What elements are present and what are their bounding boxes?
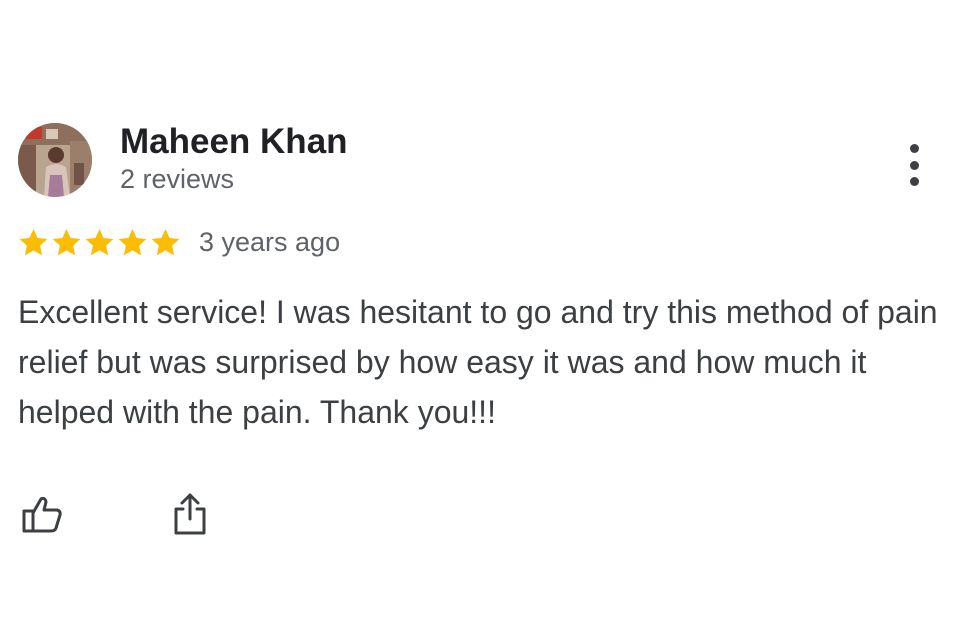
thumbs-up-icon — [22, 496, 62, 533]
review-card: Maheen Khan 2 reviews 3 years ago Excell… — [0, 0, 960, 629]
star-icon — [19, 228, 48, 255]
author-name[interactable]: Maheen Khan — [120, 122, 348, 162]
avatar[interactable] — [18, 123, 92, 197]
star-icon — [85, 228, 114, 255]
rating-row: 3 years ago — [18, 222, 340, 262]
more-vert-icon — [909, 144, 919, 153]
share-icon — [174, 493, 206, 535]
star-icon — [52, 228, 81, 255]
star-icon — [118, 228, 147, 255]
star-icon — [151, 228, 180, 255]
review-time: 3 years ago — [199, 226, 341, 257]
star-rating — [18, 227, 181, 258]
author-review-count: 2 reviews — [120, 164, 235, 194]
like-button[interactable] — [18, 488, 66, 540]
review-text: Excellent service! I was hesitant to go … — [18, 294, 938, 430]
share-button[interactable] — [166, 488, 214, 540]
avatar-photo — [18, 123, 92, 197]
more-options-button[interactable] — [896, 140, 932, 190]
